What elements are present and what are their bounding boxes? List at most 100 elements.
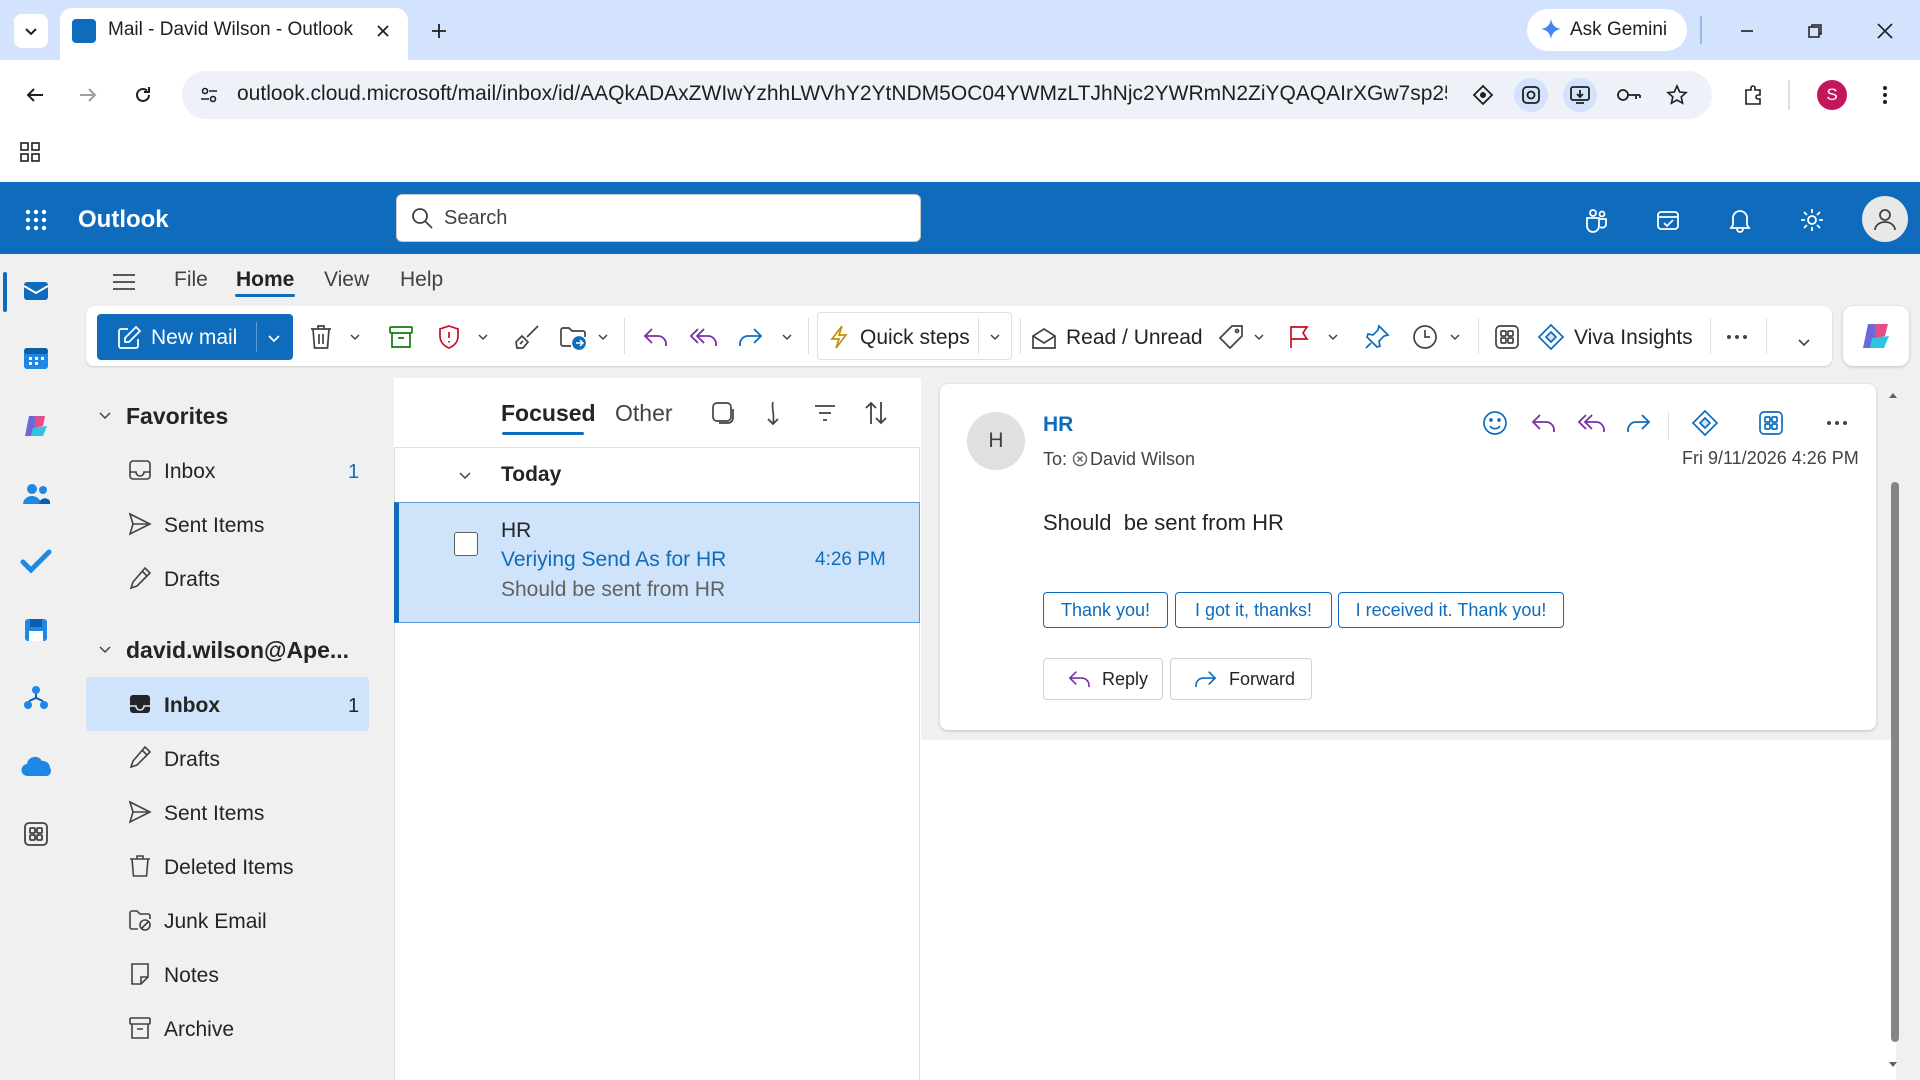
sender-name[interactable]: HR <box>1043 413 1073 437</box>
delete-trash-icon[interactable] <box>306 322 336 352</box>
settings-gear-icon[interactable] <box>1796 204 1828 236</box>
favorites-header[interactable]: Favorites <box>126 403 228 430</box>
jump-to-icon[interactable] <box>758 398 788 428</box>
site-settings-icon[interactable] <box>196 82 222 108</box>
account-header[interactable]: david.wilson@Ape... <box>126 637 349 664</box>
respond-dropdown-chevron-icon[interactable] <box>778 328 796 346</box>
people-app-icon[interactable] <box>18 476 54 512</box>
close-tab-icon[interactable] <box>370 18 396 44</box>
snooze-clock-icon[interactable] <box>1410 322 1440 352</box>
forward-arrow-icon[interactable] <box>73 80 103 110</box>
app-launcher-waffle-icon[interactable] <box>20 204 52 236</box>
copilot-button[interactable] <box>1843 306 1909 366</box>
report-shield-icon[interactable] <box>434 322 464 352</box>
more-options-ellipsis-icon[interactable] <box>1722 322 1752 352</box>
quick-steps-dropdown-chevron-icon[interactable] <box>986 328 1004 346</box>
group-collapse-chevron-icon[interactable] <box>456 466 474 484</box>
reply-all-arrow-icon[interactable] <box>688 322 718 352</box>
filter-icon[interactable] <box>810 398 840 428</box>
close-window-icon[interactable] <box>1868 14 1902 48</box>
url-text[interactable]: outlook.cloud.microsoft/mail/inbox/id/AA… <box>237 82 1447 106</box>
reply-button[interactable]: Reply <box>1043 658 1163 700</box>
password-key-icon[interactable] <box>1614 80 1644 110</box>
forward-button[interactable]: Forward <box>1170 658 1312 700</box>
delete-dropdown-chevron-icon[interactable] <box>346 328 364 346</box>
envelope-open-icon[interactable] <box>1030 324 1058 352</box>
bookmark-star-icon[interactable] <box>1662 80 1692 110</box>
apps-icon[interactable] <box>1756 408 1786 438</box>
more-apps-icon[interactable] <box>18 816 54 852</box>
app-name[interactable]: Outlook <box>78 206 169 234</box>
viva-insights-icon[interactable] <box>1690 408 1720 438</box>
back-arrow-icon[interactable] <box>20 80 50 110</box>
calendar-app-icon[interactable] <box>18 340 54 376</box>
extensions-puzzle-icon[interactable] <box>1738 80 1768 110</box>
tab-help[interactable]: Help <box>400 268 443 292</box>
browser-menu-icon[interactable] <box>1870 80 1900 110</box>
mail-app-icon[interactable] <box>18 272 54 308</box>
tab-file[interactable]: File <box>174 268 208 292</box>
account-avatar[interactable] <box>1862 196 1908 242</box>
tag-icon[interactable] <box>1216 322 1246 352</box>
recipient-name[interactable]: David Wilson <box>1090 449 1195 470</box>
scroll-down-arrow-icon[interactable] <box>1886 1058 1900 1072</box>
apps-grid-icon[interactable] <box>16 138 44 166</box>
teams-icon[interactable] <box>1580 204 1612 236</box>
forward-arrow-icon[interactable] <box>1624 408 1654 438</box>
notifications-bell-icon[interactable] <box>1724 204 1756 236</box>
archive-box-icon[interactable] <box>386 322 416 352</box>
tag-dropdown-chevron-icon[interactable] <box>1250 328 1268 346</box>
more-actions-ellipsis-icon[interactable] <box>1822 408 1852 438</box>
sort-arrows-icon[interactable] <box>861 398 891 428</box>
install-app-icon[interactable] <box>1563 78 1597 112</box>
message-select-checkbox[interactable] <box>454 532 478 556</box>
move-dropdown-chevron-icon[interactable] <box>594 328 612 346</box>
sweep-broom-icon[interactable] <box>512 322 542 352</box>
todo-app-icon[interactable] <box>18 544 54 580</box>
flag-dropdown-chevron-icon[interactable] <box>1324 328 1342 346</box>
reply-arrow-icon[interactable] <box>1528 408 1558 438</box>
save-disk-app-icon[interactable] <box>18 612 54 648</box>
org-explorer-app-icon[interactable] <box>18 680 54 716</box>
reload-icon[interactable] <box>128 80 158 110</box>
new-tab-icon[interactable] <box>424 16 454 46</box>
reply-arrow-icon[interactable] <box>640 322 670 352</box>
onedrive-app-icon[interactable] <box>18 748 54 784</box>
move-to-folder-icon[interactable] <box>558 322 588 352</box>
ribbon-collapse-chevron-icon[interactable] <box>1794 332 1814 352</box>
tab-focused[interactable]: Focused <box>501 400 596 427</box>
my-day-icon[interactable] <box>1652 204 1684 236</box>
flag-icon[interactable] <box>1284 322 1314 352</box>
quick-reply-got-it[interactable]: I got it, thanks! <box>1175 592 1332 628</box>
quick-reply-thank-you[interactable]: Thank you! <box>1043 592 1168 628</box>
search-input[interactable]: Search <box>444 207 507 230</box>
react-emoji-icon[interactable] <box>1480 408 1510 438</box>
report-dropdown-chevron-icon[interactable] <box>474 328 492 346</box>
tracking-protection-icon[interactable] <box>1470 82 1496 108</box>
tab-home[interactable]: Home <box>236 268 294 292</box>
reply-all-arrow-icon[interactable] <box>1576 408 1606 438</box>
snooze-dropdown-chevron-icon[interactable] <box>1446 328 1464 346</box>
apps-icon[interactable] <box>1492 322 1522 352</box>
viva-insights-icon[interactable] <box>1536 322 1566 352</box>
account-collapse-chevron-icon[interactable] <box>96 640 114 658</box>
copilot-app-icon[interactable] <box>18 408 54 444</box>
hamburger-menu-icon[interactable] <box>108 266 140 298</box>
sender-avatar[interactable]: H <box>967 412 1025 470</box>
scrollbar-thumb[interactable] <box>1891 482 1899 1042</box>
forward-arrow-ribbon-icon[interactable] <box>736 322 766 352</box>
pin-icon[interactable] <box>1362 322 1392 352</box>
scroll-up-arrow-icon[interactable] <box>1886 388 1900 402</box>
select-mode-icon[interactable] <box>708 398 738 428</box>
minimize-window-icon[interactable] <box>1730 14 1764 48</box>
profile-avatar[interactable]: S <box>1817 80 1847 110</box>
favorites-collapse-chevron-icon[interactable] <box>96 406 114 424</box>
tab-view[interactable]: View <box>324 268 369 292</box>
lens-icon[interactable] <box>1514 78 1548 112</box>
tab-other[interactable]: Other <box>615 400 673 427</box>
viva-insights-button[interactable]: Viva Insights <box>1574 326 1693 350</box>
quick-reply-received[interactable]: I received it. Thank you! <box>1338 592 1564 628</box>
new-mail-dropdown-chevron-icon[interactable] <box>262 326 286 350</box>
restore-window-icon[interactable] <box>1798 14 1832 48</box>
tab-list-button[interactable] <box>14 14 48 48</box>
